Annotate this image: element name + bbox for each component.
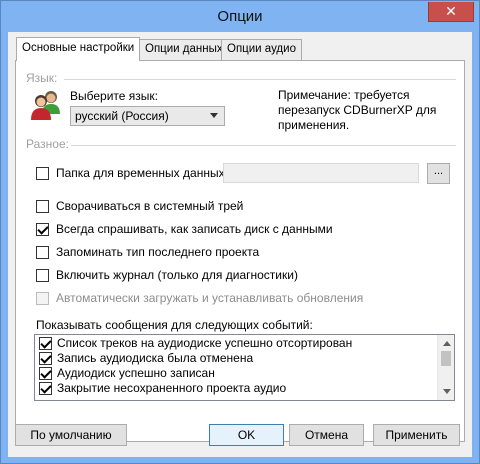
- event-checkbox-2[interactable]: [39, 352, 52, 365]
- general-tab-panel: Язык: Выберите язык: русский (Россия) Пр: [15, 60, 465, 442]
- remember-project-type-checkbox[interactable]: [36, 246, 49, 259]
- temp-folder-input[interactable]: [223, 163, 419, 183]
- minimize-to-tray-checkbox[interactable]: [36, 200, 49, 213]
- auto-update-checkbox: [36, 292, 49, 305]
- event-label-3: Аудиодиск успешно записан: [57, 366, 215, 380]
- ok-button[interactable]: OK: [209, 424, 284, 446]
- close-icon: ✕: [445, 3, 457, 19]
- events-list[interactable]: Список треков на аудиодиске успешно отсо…: [34, 334, 455, 401]
- language-select-value: русский (Россия): [75, 109, 169, 123]
- options-window: Опции ✕ Основные настройки Опции данных …: [0, 0, 480, 464]
- cancel-button[interactable]: Отмена: [289, 424, 364, 446]
- restart-note: Примечание: требуется перезапуск CDBurne…: [278, 88, 458, 133]
- event-checkbox-1[interactable]: [39, 337, 52, 350]
- auto-update-label: Автоматически загружать и устанавливать …: [56, 291, 364, 305]
- event-label-4: Закрытие несохраненного проекта аудио: [57, 381, 287, 395]
- event-checkbox-4[interactable]: [39, 382, 52, 395]
- browse-button[interactable]: ...: [427, 163, 450, 184]
- scroll-up-icon[interactable]: [443, 341, 451, 346]
- temp-folder-label: Папка для временных данных:: [56, 166, 228, 180]
- language-group-divider: [64, 79, 456, 80]
- users-icon: [30, 88, 62, 122]
- event-checkbox-3[interactable]: [39, 367, 52, 380]
- misc-group-divider: [71, 145, 456, 146]
- event-label-2: Запись аудиодиска была отменена: [57, 351, 254, 365]
- event-label-1: Список треков на аудиодиске успешно отсо…: [57, 336, 353, 350]
- misc-group-label: Разное:: [26, 137, 69, 151]
- tab-general[interactable]: Основные настройки: [16, 37, 141, 61]
- language-group-label: Язык:: [26, 71, 58, 85]
- temp-folder-checkbox[interactable]: [36, 167, 49, 180]
- apply-button[interactable]: Применить: [373, 424, 460, 446]
- restart-note-line-2: перезапуск CDBurnerXP для: [278, 103, 437, 117]
- events-label: Показывать сообщения для следующих событ…: [36, 318, 313, 332]
- window-title: Опции: [217, 8, 263, 25]
- language-select-label: Выберите язык:: [70, 89, 158, 103]
- language-select[interactable]: русский (Россия): [70, 106, 225, 126]
- tab-audio-options[interactable]: Опции аудио: [221, 39, 302, 60]
- events-scrollbar[interactable]: [437, 335, 454, 400]
- scroll-down-icon[interactable]: [443, 389, 451, 394]
- remember-project-type-label: Запоминать тип последнего проекта: [56, 245, 260, 259]
- enable-log-checkbox[interactable]: [36, 269, 49, 282]
- minimize-to-tray-label: Сворачиваться в системный трей: [56, 199, 244, 213]
- defaults-button[interactable]: По умолчанию: [15, 424, 127, 446]
- tab-data-options[interactable]: Опции данных: [139, 39, 229, 60]
- close-button[interactable]: ✕: [428, 2, 474, 22]
- always-ask-label: Всегда спрашивать, как записать диск с д…: [56, 222, 333, 236]
- always-ask-checkbox[interactable]: [36, 223, 49, 236]
- scrollbar-thumb[interactable]: [441, 351, 451, 366]
- chevron-down-icon: [210, 113, 218, 118]
- restart-note-line-3: применения.: [278, 118, 350, 132]
- dialog-client: Основные настройки Опции данных Опции ау…: [8, 32, 472, 457]
- title-bar[interactable]: Опции ✕: [1, 1, 479, 32]
- restart-note-line-1: Примечание: требуется: [278, 88, 410, 102]
- enable-log-label: Включить журнал (только для диагностики): [56, 268, 298, 282]
